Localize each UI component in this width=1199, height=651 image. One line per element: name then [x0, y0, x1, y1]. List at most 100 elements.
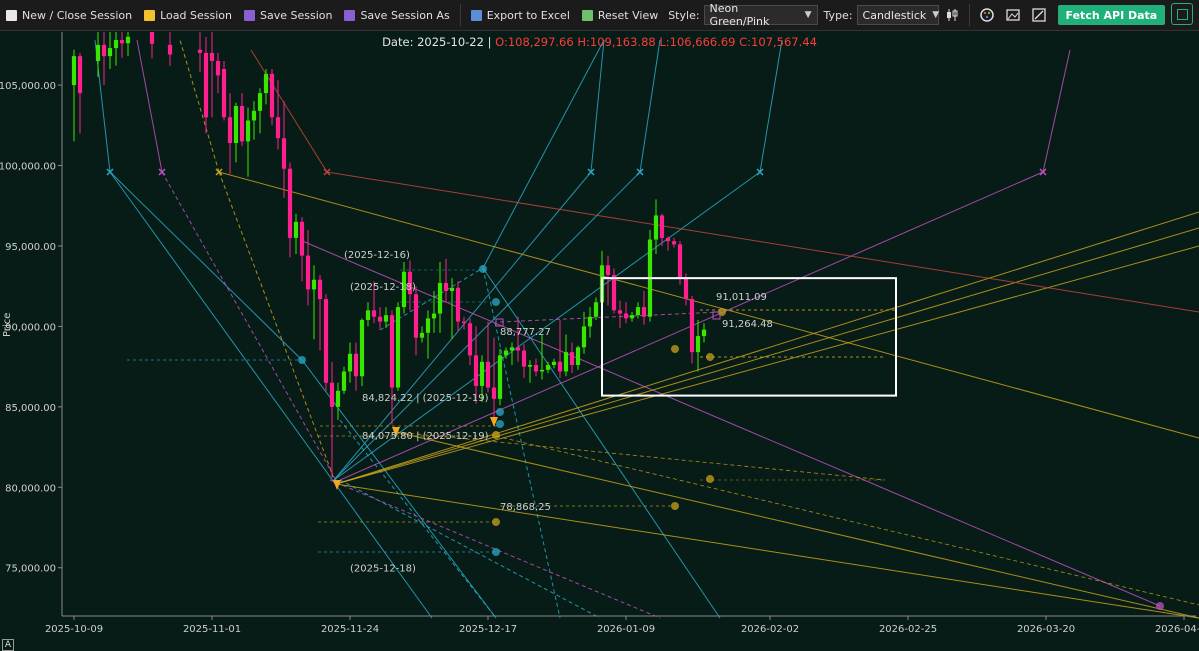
candle-body: [479, 361, 485, 386]
point-marker: [479, 265, 487, 273]
annotation-label: 84,075.80 | (2025-12-19): [362, 431, 489, 442]
candle-body: [251, 110, 257, 121]
candle-body: [239, 106, 245, 142]
candle-body: [467, 323, 473, 356]
candle-body: [701, 329, 707, 337]
screenshot-icon[interactable]: [1005, 7, 1021, 23]
style-label: Style:: [668, 8, 700, 22]
trend-line: [109, 171, 303, 361]
annotation-label: 84,824.22 | (2025-12-19): [362, 393, 489, 404]
candle-body: [557, 361, 563, 372]
candle-body: [275, 117, 281, 139]
candle-body: [197, 49, 203, 53]
candle-body: [581, 326, 587, 348]
candle-body: [527, 365, 533, 367]
candle-body: [233, 106, 239, 144]
candle-body: [227, 117, 233, 144]
x-tick-label: 2026-04-12: [1155, 624, 1199, 635]
candle-body: [203, 52, 209, 118]
point-marker: [492, 431, 500, 439]
candle-body: [377, 316, 383, 322]
spreadsheet-icon: [470, 9, 482, 21]
save-session-button[interactable]: Save Session: [238, 4, 338, 26]
y-axis-title: Price: [2, 312, 13, 337]
auto-scale-button[interactable]: A: [2, 639, 14, 651]
candle-body: [461, 321, 467, 324]
new-close-session-button[interactable]: New / Close Session: [0, 4, 138, 26]
x-tick-label: 2026-03-20: [1017, 624, 1075, 635]
point-marker: [496, 420, 504, 428]
trend-line: [218, 171, 337, 485]
save-session-as-button[interactable]: Save Session As: [338, 4, 455, 26]
palette-icon[interactable]: [979, 7, 995, 23]
draw-line-icon[interactable]: [1031, 7, 1047, 23]
x-tick-label: 2026-01-09: [597, 624, 655, 635]
trend-line: [495, 435, 1199, 606]
candle-body: [257, 93, 263, 111]
fetch-api-data-button[interactable]: Fetch API Data: [1057, 5, 1166, 25]
y-tick-label: 100,000.00: [0, 162, 56, 173]
candle-body: [485, 361, 491, 388]
style-select[interactable]: Neon Green/Pink ▼: [703, 2, 818, 28]
candle-body: [533, 365, 539, 372]
trend-line: [136, 39, 163, 173]
point-marker: [671, 345, 679, 353]
x-tick-label: 2026-02-25: [879, 624, 937, 635]
candle-body: [683, 278, 689, 300]
candle-body: [689, 299, 695, 353]
candle-body: [515, 347, 521, 351]
candle-body: [371, 310, 377, 317]
x-tick-label: 2025-11-24: [321, 624, 379, 635]
candle-body: [497, 355, 503, 399]
load-session-button[interactable]: Load Session: [138, 4, 238, 26]
type-select[interactable]: Candlestick ▼: [856, 5, 939, 25]
candle-body: [365, 310, 371, 320]
annotation-label: 91,264.48: [722, 319, 773, 330]
point-marker: [492, 548, 500, 556]
annotation-label: 91,011.09: [716, 292, 767, 303]
trend-line: [499, 311, 721, 323]
annotation-label: (2025-12-18): [350, 564, 416, 575]
chevron-down-icon: ▼: [804, 10, 812, 20]
toolbar-divider: [968, 4, 970, 26]
new-close-label: New / Close Session: [22, 8, 133, 22]
candle-body: [551, 361, 557, 366]
y-tick-label: 75,000.00: [5, 564, 56, 575]
candle-body: [623, 313, 629, 319]
candle-body: [269, 73, 275, 118]
candle-body: [317, 279, 323, 300]
candle-body: [575, 347, 581, 366]
x-tick-label: 2025-11-01: [183, 624, 241, 635]
candle-body: [281, 138, 287, 169]
reset-view-button[interactable]: Reset View: [576, 4, 664, 26]
candle-body: [209, 52, 215, 61]
candle-body: [611, 274, 617, 311]
type-label: Type:: [823, 8, 853, 22]
candlestick-icon[interactable]: [944, 7, 960, 23]
candle-body: [215, 60, 221, 76]
candle-body: [323, 299, 329, 383]
annotation-label: 78,868.25: [500, 502, 551, 513]
candle-body: [455, 287, 461, 322]
export-excel-button[interactable]: Export to Excel: [465, 4, 576, 26]
candle-body: [473, 355, 479, 386]
maximize-button[interactable]: [1171, 3, 1193, 25]
candle-body: [659, 215, 665, 238]
reset-label: Reset View: [597, 8, 659, 22]
point-marker: [706, 353, 714, 361]
x-tick-label: 2025-12-17: [459, 624, 517, 635]
floppy-as-icon: [344, 9, 356, 21]
trend-line: [339, 479, 601, 619]
style-value: Neon Green/Pink: [709, 2, 770, 28]
candle-body: [299, 221, 305, 256]
toolbar-divider: [459, 4, 461, 26]
candle-body: [641, 307, 647, 317]
annotation-label: (2025-12-16): [344, 250, 410, 261]
point-marker: [492, 518, 500, 526]
candle-body: [629, 315, 635, 319]
point-marker: [671, 502, 679, 510]
point-marker: [492, 298, 500, 306]
type-value: Candlestick: [862, 8, 927, 22]
x-tick-label: 2025-10-09: [45, 624, 103, 635]
price-chart[interactable]: (2025-12-16) (2025-12-18) 84,824.22 | (202…: [0, 31, 1199, 650]
